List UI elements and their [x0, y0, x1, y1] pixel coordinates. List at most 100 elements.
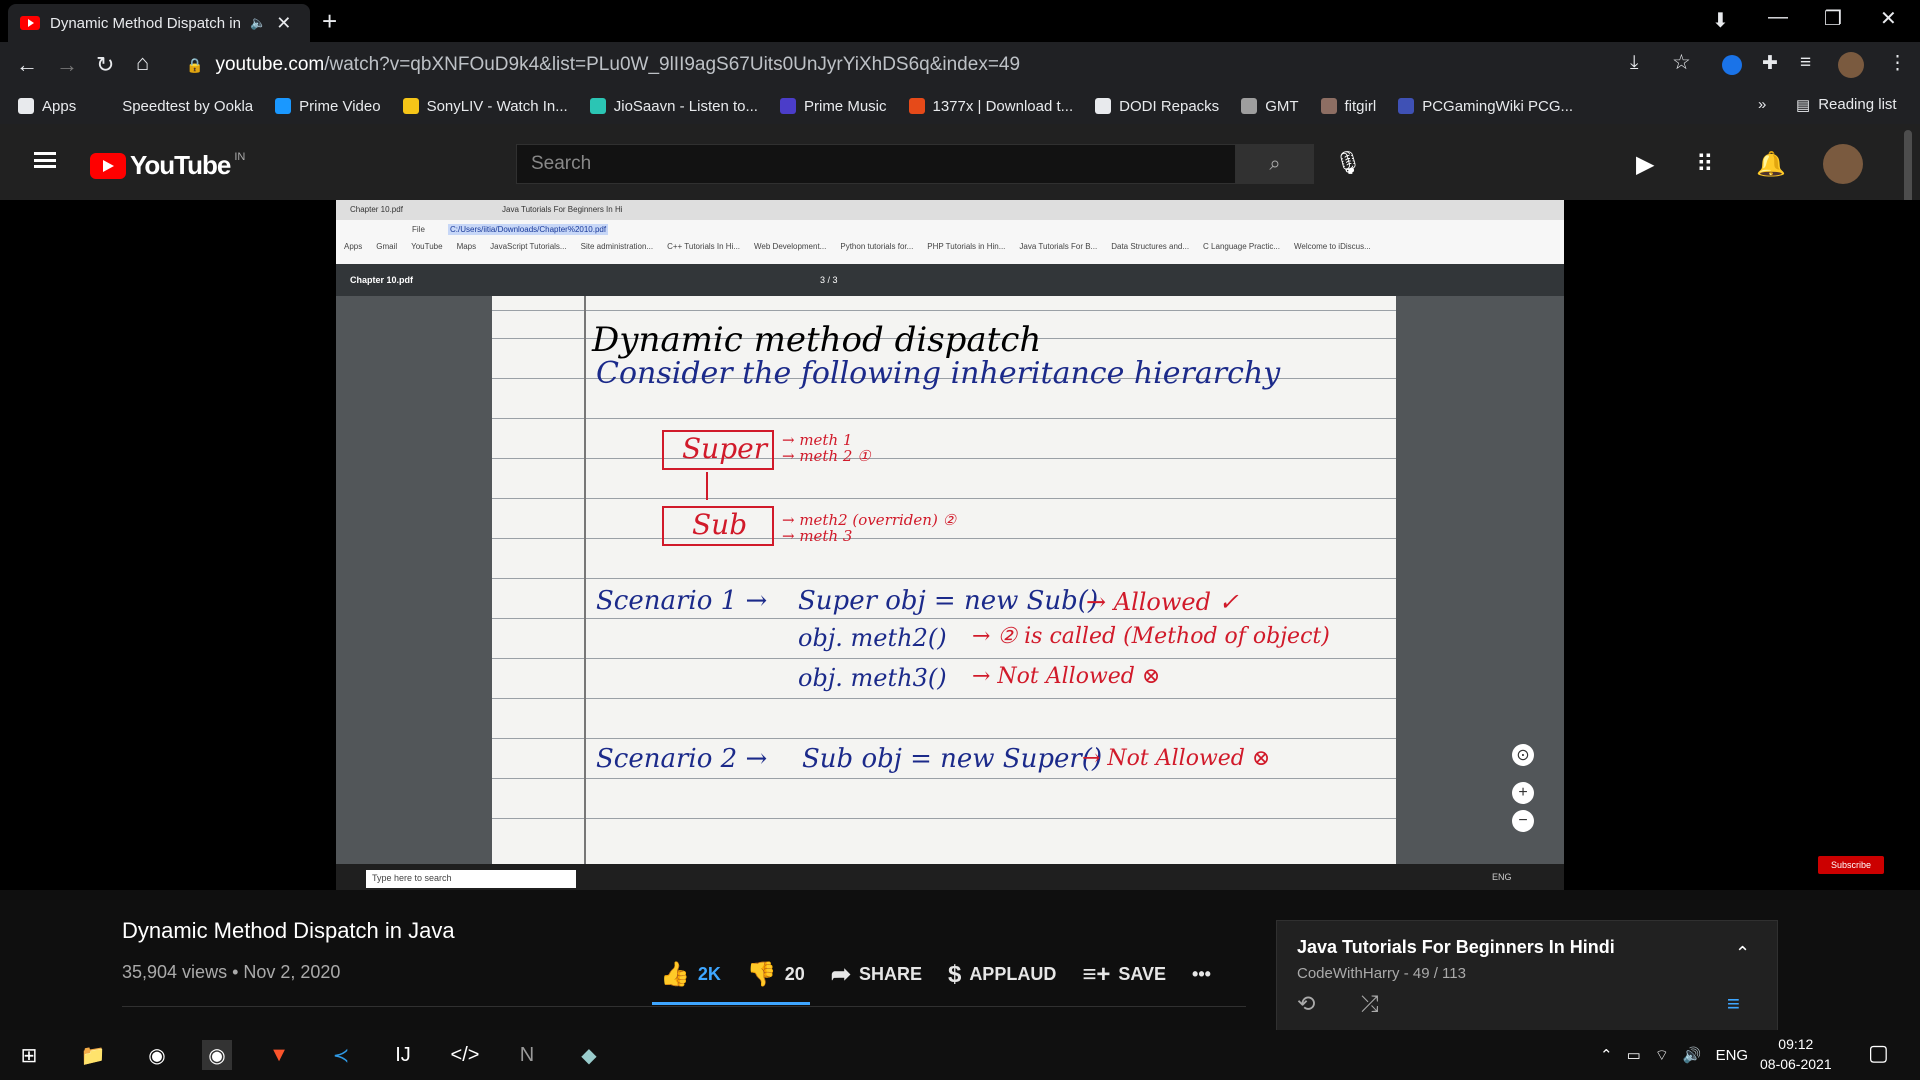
extension-icon[interactable]	[1722, 55, 1742, 75]
video-meta: 35,904 views • Nov 2, 2020	[122, 962, 341, 982]
notion-icon[interactable]: N	[512, 1040, 542, 1070]
share-icon: ➦	[830, 961, 851, 988]
bookmark-item[interactable]: Apps	[18, 98, 76, 115]
bookmark-item[interactable]: SonyLIV - Watch In...	[402, 98, 568, 115]
playlist-panel: Java Tutorials For Beginners In Hindi Co…	[1276, 920, 1778, 1040]
account-avatar[interactable]	[1823, 144, 1863, 184]
chrome-icon[interactable]: ◉	[142, 1040, 172, 1070]
bookmark-item[interactable]: PCGamingWiki PCG...	[1398, 98, 1573, 115]
pdf-toolbar: Chapter 10.pdf 3 / 3	[336, 264, 1564, 296]
media-control-icon[interactable]: ≡	[1800, 52, 1811, 74]
playlist-queue-icon[interactable]: ≡	[1727, 991, 1740, 1017]
bookmark-item[interactable]: GMT	[1241, 98, 1299, 115]
pdf-zoom-in-icon[interactable]: +	[1512, 782, 1534, 804]
youtube-play-icon	[90, 152, 126, 179]
scenario-2-label: Scenario 2 →	[596, 744, 768, 774]
vscode-icon[interactable]: ≺	[326, 1040, 356, 1070]
chrome-active-icon[interactable]: ◉	[202, 1040, 232, 1070]
save-button[interactable]: ≡+ SAVE	[1082, 961, 1166, 989]
playlist-subtitle[interactable]: CodeWithHarry - 49 / 113	[1297, 965, 1466, 982]
minimize-button[interactable]: —	[1768, 6, 1788, 29]
inner-bookmark: PHP Tutorials in Hin...	[927, 242, 1006, 251]
dislike-button[interactable]: 👎 20	[747, 960, 805, 989]
windows-start-icon[interactable]: ⊞	[14, 1040, 44, 1070]
brave-icon[interactable]: ▼	[264, 1040, 294, 1070]
code-editor-icon[interactable]: </>	[450, 1040, 480, 1070]
search-input[interactable]: Search	[516, 144, 1236, 184]
install-icon[interactable]: ⤓	[1630, 52, 1638, 74]
subscribe-watermark[interactable]: Subscribe	[1818, 856, 1884, 874]
thumbs-up-icon: 👍	[660, 961, 690, 988]
loop-icon[interactable]: ⟲	[1297, 991, 1315, 1017]
restore-button[interactable]: ❐	[1824, 6, 1842, 31]
notifications-icon[interactable]: ▢	[1868, 1040, 1889, 1066]
hamburger-menu-icon[interactable]	[34, 152, 56, 168]
youtube-logo[interactable]: YouTube IN	[90, 150, 245, 181]
scenario-1-label: Scenario 1 →	[596, 586, 768, 616]
playlist-title[interactable]: Java Tutorials For Beginners In Hindi	[1297, 937, 1615, 958]
country-code: IN	[234, 150, 246, 163]
pdf-zoom-out-icon[interactable]: −	[1512, 810, 1534, 832]
youtube-favicon-icon	[20, 16, 40, 30]
create-video-icon[interactable]: ▶	[1636, 150, 1654, 179]
search-button[interactable]: ⌕	[1236, 144, 1314, 184]
address-bar[interactable]: 🔒 youtube.com/watch?v=qbXNFOuD9k4&list=P…	[176, 46, 1706, 84]
reload-icon[interactable]: ↻	[96, 52, 114, 78]
scenario-1-code-a: Super obj = new Sub()	[798, 586, 1099, 616]
speaker-icon[interactable]: 🔈	[250, 15, 266, 31]
bookmark-label: Prime Music	[803, 97, 887, 115]
browser-menu-icon[interactable]: ⋮	[1888, 52, 1907, 75]
inner-bookmark: C++ Tutorials In Hi...	[667, 242, 741, 251]
notes-line-2: Consider the following inheritance hiera…	[596, 356, 1281, 391]
inner-bookmarks: Apps Gmail YouTube Maps JavaScript Tutorials…	[344, 242, 1371, 251]
language-indicator[interactable]: ENG	[1716, 1047, 1749, 1064]
inner-bookmark: Gmail	[376, 242, 398, 251]
microphone-icon[interactable]: 🎙	[1334, 150, 1362, 176]
like-button[interactable]: 👍 2K	[660, 960, 721, 989]
tab-title: Dynamic Method Dispatch in	[50, 14, 240, 32]
tab-search-icon[interactable]: ⬇	[1712, 8, 1729, 33]
bookmark-favicon-icon	[18, 98, 34, 114]
close-tab-icon[interactable]: ✕	[276, 13, 291, 34]
puzzle-extensions-icon[interactable]: ✚	[1762, 52, 1778, 75]
reading-list-button[interactable]: ▤ Reading list	[1796, 96, 1897, 114]
new-tab-button[interactable]: +	[322, 6, 337, 37]
apps-grid-icon[interactable]: ⠿	[1696, 150, 1714, 179]
bookmark-item[interactable]: fitgirl	[1320, 98, 1376, 115]
bookmarks-more[interactable]: »	[1758, 96, 1766, 113]
notifications-bell-icon[interactable]: 🔔	[1756, 150, 1786, 179]
close-window-button[interactable]: ✕	[1880, 6, 1897, 31]
bookmark-item[interactable]: Prime Music	[779, 97, 887, 115]
battery-icon[interactable]: ▭	[1627, 1046, 1641, 1064]
bookmark-star-icon[interactable]: ☆	[1672, 50, 1691, 75]
collapse-chevron-icon[interactable]: ⌃	[1735, 943, 1750, 964]
back-icon[interactable]: ←	[16, 52, 38, 78]
browser-tab[interactable]: Dynamic Method Dispatch in 🔈 ✕	[8, 4, 310, 42]
share-label: SHARE	[858, 964, 922, 984]
home-icon[interactable]: ⌂	[136, 50, 149, 76]
bookmark-item[interactable]: Prime Video	[275, 98, 381, 115]
forward-icon[interactable]: →	[56, 52, 78, 78]
clock-time: 09:12	[1778, 1036, 1814, 1052]
taskbar-clock[interactable]: 09:12 08-06-2021	[1760, 1034, 1832, 1074]
shuffle-icon[interactable]: ⤮	[1361, 991, 1379, 1017]
bookmark-item[interactable]: DODI Repacks	[1095, 98, 1219, 115]
tray-overflow-icon[interactable]: ⌃	[1600, 1046, 1613, 1064]
intellij-icon[interactable]: IJ	[388, 1040, 418, 1070]
bookmark-item[interactable]: JioSaavn - Listen to...	[589, 98, 758, 115]
profile-avatar[interactable]	[1838, 52, 1864, 78]
volume-icon[interactable]: 🔊	[1683, 1046, 1702, 1064]
bookmark-item[interactable]: Speedtest by Ookla	[98, 98, 253, 115]
share-button[interactable]: ➦ SHARE	[831, 960, 922, 989]
wifi-icon[interactable]: ⌔	[1655, 1046, 1669, 1065]
pdf-fit-icon[interactable]: ⊙	[1512, 744, 1534, 766]
video-player[interactable]: Chapter 10.pdf Java Tutorials For Beginn…	[336, 200, 1564, 864]
bookmark-item[interactable]: 1377x | Download t...	[908, 98, 1073, 115]
app-icon[interactable]: ◆	[574, 1040, 604, 1070]
sub-label: Sub	[692, 508, 748, 541]
applaud-button[interactable]: $ APPLAUD	[948, 961, 1056, 989]
inner-bookmark: C Language Practic...	[1203, 242, 1280, 251]
bookmark-label: DODI Repacks	[1119, 97, 1220, 115]
more-actions-button[interactable]: •••	[1192, 964, 1211, 985]
file-explorer-icon[interactable]: 📁	[78, 1040, 108, 1070]
